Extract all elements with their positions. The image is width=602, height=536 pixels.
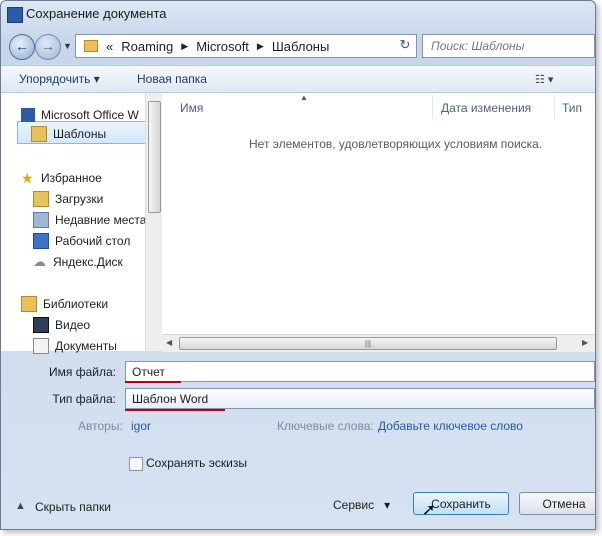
mouse-cursor-icon: ➚ — [422, 502, 436, 519]
cancel-button[interactable]: Отмена — [519, 492, 595, 515]
nav-item-microsoft-office[interactable]: Microsoft Office W — [21, 105, 139, 125]
authors-label: Авторы: — [78, 419, 123, 433]
annotation-underline — [125, 381, 181, 383]
address-bar[interactable]: « Roaming ▶ Microsoft ▶ Шаблоны — [75, 34, 417, 58]
keywords-label: Ключевые слова: — [277, 419, 374, 433]
scroll-right-icon[interactable]: ▶ — [582, 338, 588, 347]
nav-item-downloads[interactable]: Загрузки — [33, 189, 103, 209]
folder-icon — [84, 40, 98, 52]
nav-item-recent-places[interactable]: Недавние места — [33, 210, 146, 230]
file-list[interactable]: Имя ▲ Дата изменения Тип Нет элементов, … — [162, 93, 595, 351]
recent-places-icon — [33, 212, 49, 228]
navigation-row: ← → ▼ « Roaming ▶ Microsoft ▶ Шаблоны ↻ … — [1, 31, 595, 61]
filetype-label: Тип файла: — [52, 392, 116, 406]
horizontal-scrollbar[interactable]: ◀ ||| ▶ — [162, 334, 595, 352]
word-app-icon — [7, 7, 23, 23]
desktop-icon — [33, 233, 49, 249]
nav-item-favorites[interactable]: ★ Избранное — [21, 168, 102, 188]
column-header-modified[interactable]: Дата изменения — [441, 101, 531, 115]
documents-icon — [33, 338, 49, 354]
nav-item-templates[interactable]: Шаблоны — [31, 124, 106, 144]
column-header-name[interactable]: Имя — [180, 101, 203, 115]
save-thumbnails-checkbox[interactable] — [129, 457, 143, 471]
recent-pages-dropdown-icon[interactable]: ▼ — [63, 41, 72, 51]
filename-input[interactable]: Отчет — [125, 361, 595, 382]
window-title: Сохранение документа — [26, 6, 167, 21]
filename-label: Имя файла: — [49, 365, 116, 379]
column-header-type[interactable]: Тип — [562, 101, 582, 115]
word-icon — [21, 108, 35, 122]
scrollbar-thumb[interactable]: ||| — [179, 337, 557, 350]
new-folder-button[interactable]: Новая папка — [137, 72, 207, 86]
breadcrumb-templates[interactable]: Шаблоны — [272, 39, 330, 54]
navigation-pane: Microsoft Office W Шаблоны ★ Избранное З… — [1, 93, 162, 354]
scrollbar-thumb[interactable] — [148, 101, 161, 213]
back-button[interactable]: ← — [9, 34, 35, 60]
libraries-icon — [21, 296, 37, 312]
star-icon: ★ — [21, 170, 34, 186]
save-thumbnails-label[interactable]: Сохранять эскизы — [146, 456, 247, 470]
folder-icon — [31, 126, 47, 142]
save-dialog: Сохранение документа ← → ▼ « Roaming ▶ M… — [0, 0, 596, 530]
refresh-icon[interactable]: ↻ — [394, 34, 416, 56]
breadcrumb-microsoft[interactable]: Microsoft — [196, 39, 249, 54]
scroll-left-icon[interactable]: ◀ — [166, 338, 172, 347]
filetype-select[interactable]: Шаблон Word — [125, 388, 595, 409]
nav-item-libraries[interactable]: Библиотеки — [21, 294, 108, 314]
column-divider[interactable] — [554, 95, 555, 119]
nav-vertical-scrollbar[interactable] — [145, 93, 162, 351]
annotation-underline — [125, 409, 225, 411]
hide-folders-button[interactable]: Скрыть папки — [35, 500, 111, 514]
chevron-right-icon[interactable]: ▶ — [181, 41, 188, 52]
keywords-value[interactable]: Добавьте ключевое слово — [378, 419, 523, 433]
yandex-disk-icon: ☁ — [33, 254, 46, 269]
service-button[interactable]: Сервис ▾ — [333, 498, 390, 512]
search-input[interactable]: Поиск: Шаблоны — [422, 34, 595, 58]
command-bar: Упорядочить ▾ Новая папка ☷ ▾ — [1, 65, 595, 93]
title-bar: Сохранение документа — [1, 1, 595, 27]
address-prefix[interactable]: « — [106, 39, 113, 54]
forward-button[interactable]: → — [35, 34, 61, 60]
column-divider[interactable] — [432, 95, 433, 119]
downloads-folder-icon — [33, 191, 49, 207]
breadcrumb-roaming[interactable]: Roaming — [121, 39, 173, 54]
authors-value[interactable]: igor — [131, 419, 151, 433]
organize-button[interactable]: Упорядочить ▾ — [19, 72, 100, 86]
sort-up-icon: ▲ — [300, 93, 308, 102]
view-options-icon[interactable]: ☷ ▾ — [535, 73, 553, 86]
chevron-up-icon[interactable]: ▲ — [15, 500, 26, 512]
nav-item-video[interactable]: Видео — [33, 315, 90, 335]
video-icon — [33, 317, 49, 333]
nav-item-documents[interactable]: Документы — [33, 336, 117, 356]
chevron-right-icon[interactable]: ▶ — [257, 41, 264, 52]
nav-item-yandex-disk[interactable]: ☁ Яндекс.Диск — [33, 252, 123, 272]
nav-item-desktop[interactable]: Рабочий стол — [33, 231, 130, 251]
empty-message: Нет элементов, удовлетворяющих условиям … — [249, 137, 543, 151]
